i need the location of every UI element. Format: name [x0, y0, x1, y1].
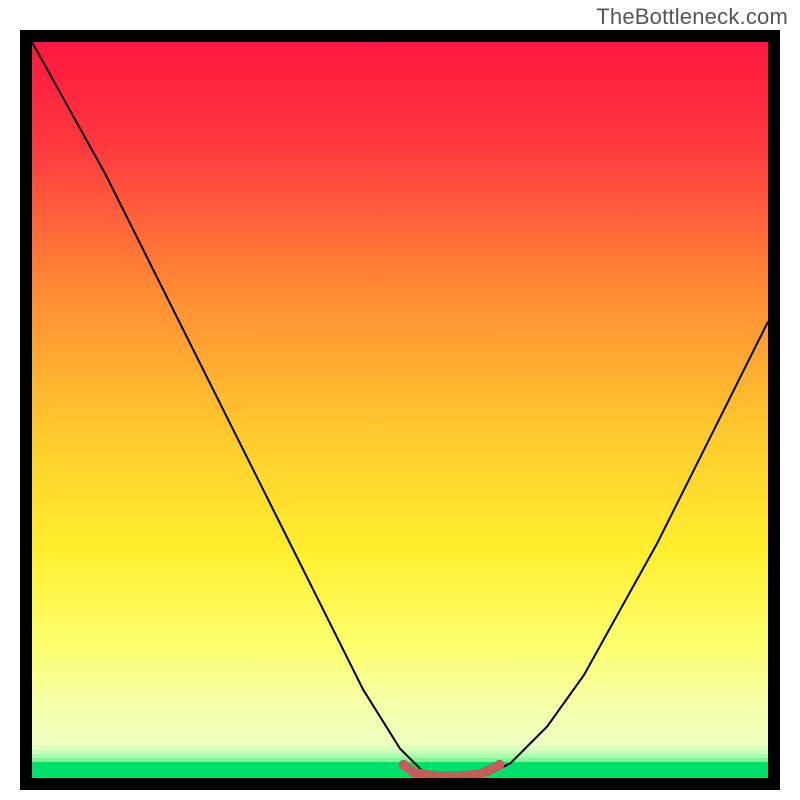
marker-dot-right — [494, 760, 504, 770]
watermark-label: TheBottleneck.com — [596, 4, 788, 30]
marker-dot-left — [399, 760, 409, 770]
curve-layer — [32, 42, 768, 778]
bottleneck-curve — [32, 42, 768, 774]
chart-root: TheBottleneck.com — [0, 0, 800, 800]
plot-frame — [20, 30, 780, 790]
